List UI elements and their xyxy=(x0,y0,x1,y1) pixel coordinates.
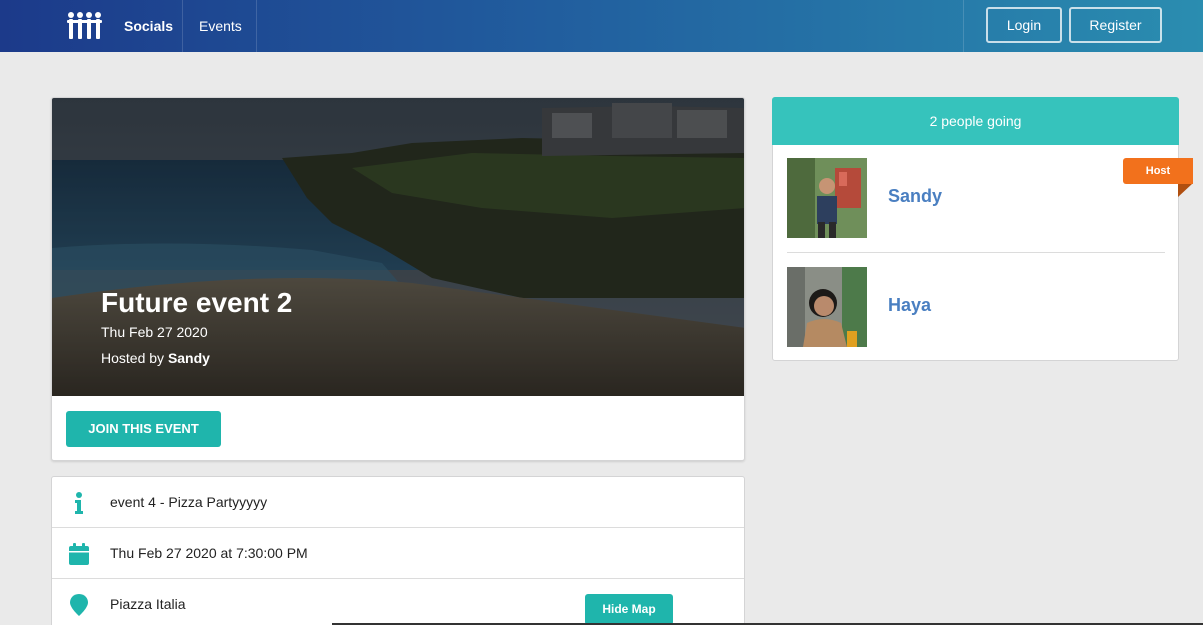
detail-row-description: event 4 - Pizza Partyyyyy xyxy=(52,477,744,528)
event-description: event 4 - Pizza Partyyyyy xyxy=(110,494,268,510)
event-title: Future event 2 xyxy=(101,287,293,318)
attendee-divider xyxy=(787,252,1165,253)
attendee-name[interactable]: Sandy xyxy=(888,186,942,207)
hide-map-button[interactable]: Hide Map xyxy=(585,594,673,625)
event-hosted-by: Hosted by Sandy xyxy=(101,350,210,366)
event-venue: Piazza Italia xyxy=(110,596,186,612)
login-button[interactable]: Login xyxy=(986,7,1062,43)
host-badge: Host xyxy=(1123,158,1193,184)
nav-item-events[interactable]: Events xyxy=(199,0,242,52)
info-icon xyxy=(75,492,83,514)
attendee-item[interactable]: Haya xyxy=(787,267,1165,347)
map-marker-icon xyxy=(70,594,88,616)
register-button[interactable]: Register xyxy=(1069,7,1162,43)
attendees-count-header: 2 people going xyxy=(772,97,1179,145)
top-navbar: Socials Events Login Register xyxy=(0,0,1203,52)
attendee-avatar xyxy=(787,267,867,347)
attendee-name[interactable]: Haya xyxy=(888,295,931,316)
attendee-item[interactable]: Sandy xyxy=(787,158,1165,238)
attendees-panel: 2 people going Sandy Host Haya xyxy=(772,97,1193,361)
people-logo-icon[interactable] xyxy=(66,11,104,41)
nav-divider xyxy=(182,0,183,52)
hosted-by-label: Hosted by xyxy=(101,350,168,366)
calendar-icon xyxy=(69,543,89,565)
nav-brand-link[interactable]: Socials xyxy=(124,0,173,52)
host-badge-fold xyxy=(1178,184,1192,197)
attendee-avatar xyxy=(787,158,867,238)
nav-divider xyxy=(256,0,257,52)
host-name: Sandy xyxy=(167,350,210,366)
join-event-button[interactable]: JOIN THIS EVENT xyxy=(66,411,221,447)
event-datetime: Thu Feb 27 2020 at 7:30:00 PM xyxy=(110,545,308,561)
detail-row-datetime: Thu Feb 27 2020 at 7:30:00 PM xyxy=(52,528,744,579)
event-details-panel: event 4 - Pizza Partyyyyy Thu Feb 27 202… xyxy=(51,476,745,625)
event-header-card: Future event 2 Thu Feb 27 2020 Hosted by… xyxy=(51,97,745,461)
detail-row-venue: Piazza Italia Hide Map xyxy=(52,579,744,625)
nav-divider xyxy=(963,0,964,52)
event-date: Thu Feb 27 2020 xyxy=(101,324,208,340)
